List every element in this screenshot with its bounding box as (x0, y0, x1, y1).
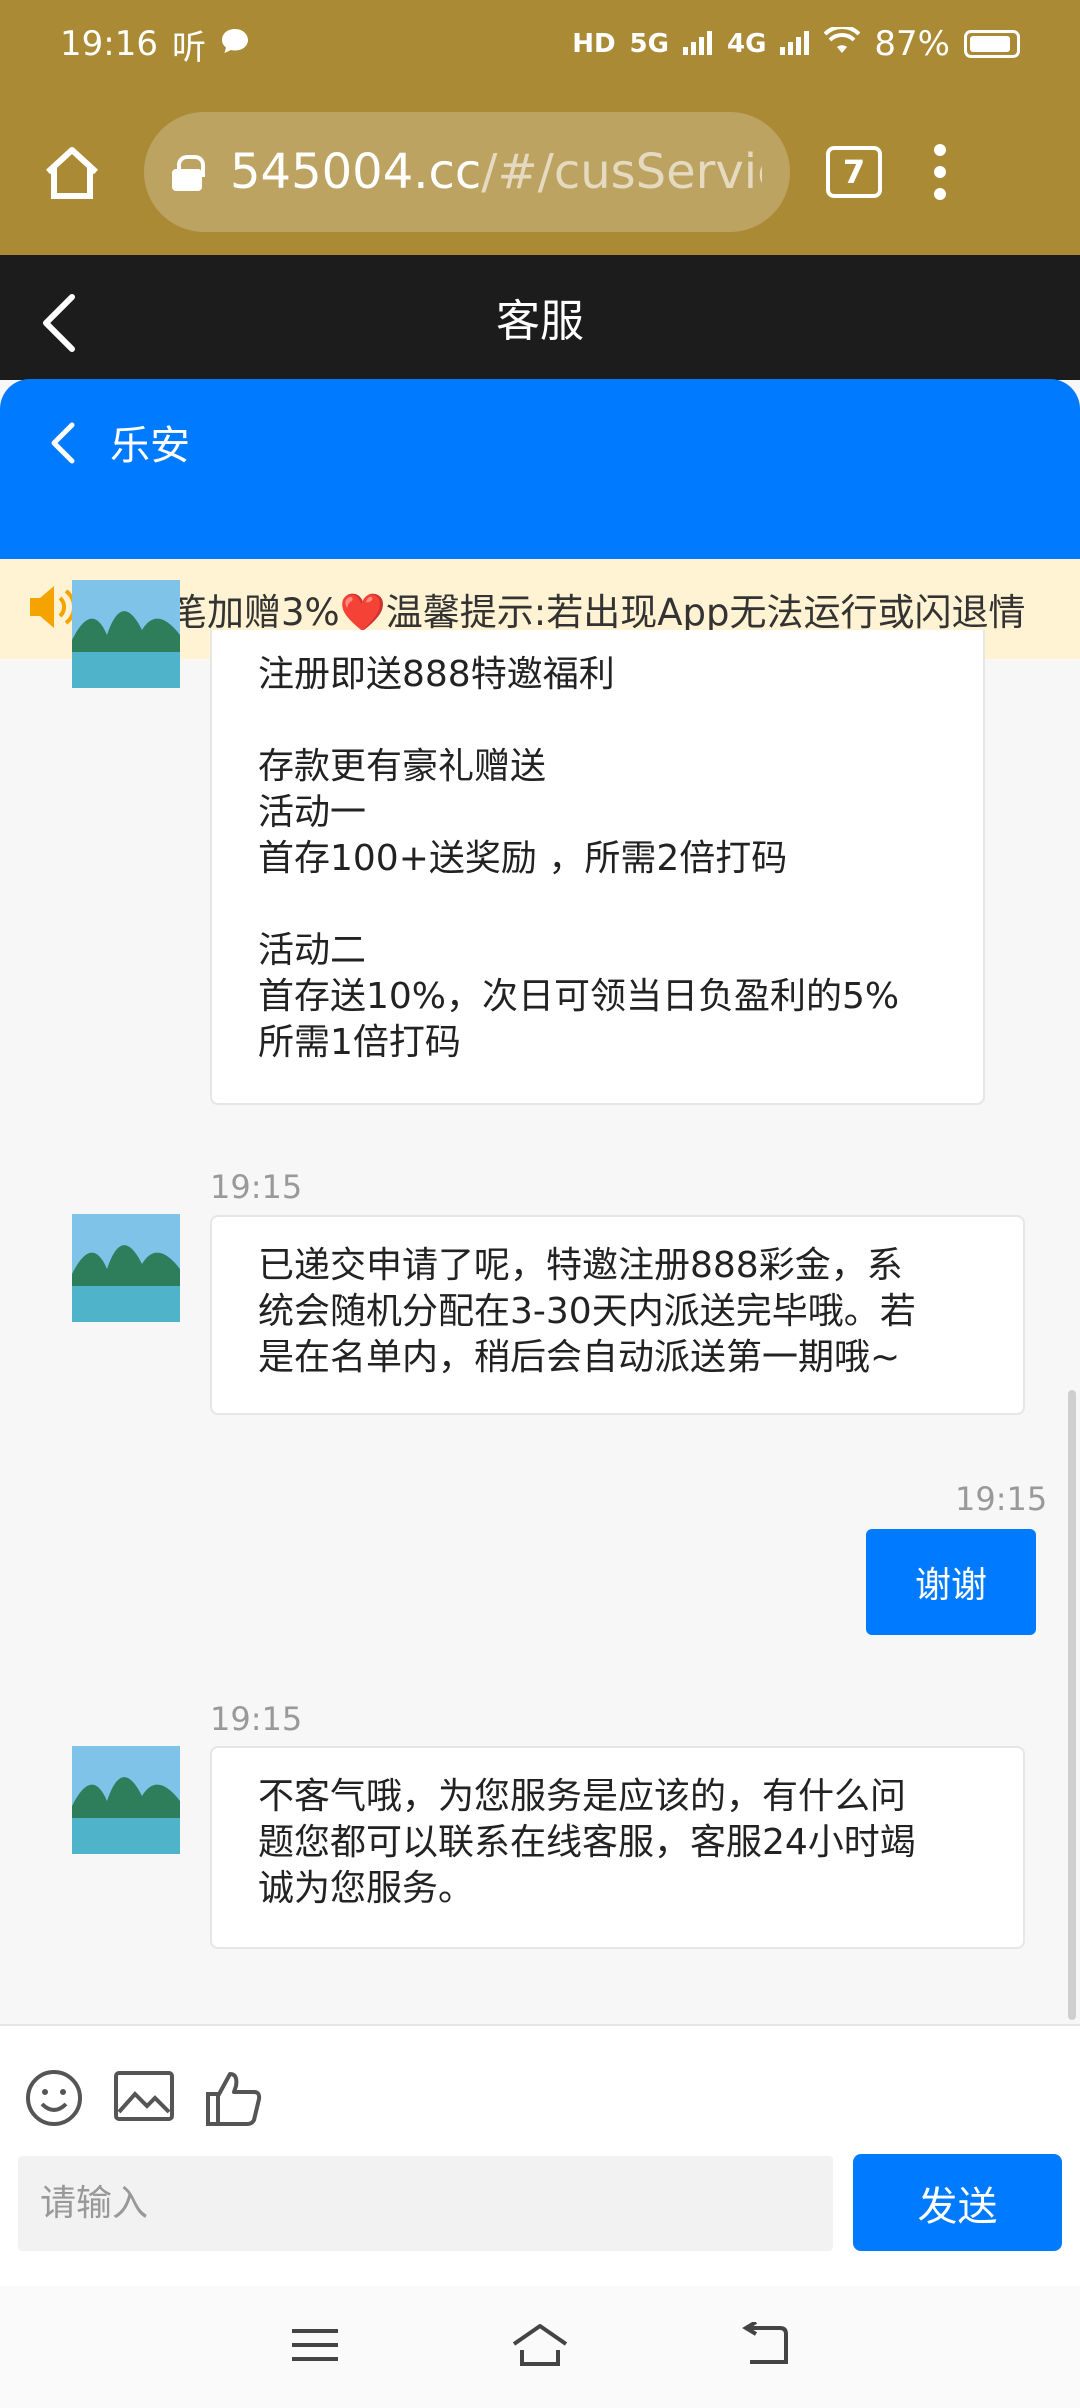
agent-name: 乐安 (110, 423, 190, 469)
message-line: 题您都可以联系在线客服，客服24小时竭 (258, 1822, 916, 1863)
message-line: 首存送10%，次日可领当日负盈利的5% (258, 976, 900, 1017)
back-button[interactable] (38, 293, 82, 357)
browser-menu-button[interactable] (934, 143, 946, 200)
battery-icon (964, 30, 1020, 58)
message-line: 统会随机分配在3-30天内派送完毕哦。若 (258, 1291, 916, 1332)
chevron-left-icon (51, 422, 75, 464)
hd-indicator: HD (572, 29, 616, 59)
thumbs-up-icon (206, 2072, 262, 2126)
image-button[interactable] (113, 2068, 175, 2128)
message-time: 19:15 (210, 1168, 303, 1206)
browser-home-button[interactable] (30, 130, 114, 214)
message-line: 活动二 (258, 930, 367, 971)
5g-indicator: 5G (629, 29, 669, 59)
url-text: 545004.cc/#/cusServic (230, 144, 762, 200)
dot (934, 187, 946, 200)
address-bar[interactable]: 545004.cc/#/cusServic (144, 111, 790, 232)
like-button[interactable] (204, 2068, 264, 2132)
chat-header: 乐安 (0, 379, 1080, 559)
back-arrow-icon (742, 2320, 788, 2364)
back-nav-button[interactable] (740, 2320, 790, 2372)
signal-icon-2 (780, 24, 810, 64)
signal-icon (682, 24, 713, 64)
wifi-icon (824, 24, 861, 64)
system-navigation-bar (0, 2286, 1080, 2408)
message-bubble: 已递交申请了呢，特邀注册888彩金，系 统会随机分配在3-30天内派送完毕哦。若… (210, 1215, 1025, 1415)
status-time: 19:16 (60, 24, 158, 64)
tabs-button[interactable]: 7 (826, 145, 882, 198)
menu-nav-button[interactable] (290, 2325, 340, 2369)
browser-toolbar: 545004.cc/#/cusServic 7 (0, 88, 1080, 255)
home-nav-button[interactable] (510, 2322, 570, 2372)
carrier-glyph: 听 (171, 27, 206, 68)
url-path: /#/cusServic (481, 143, 762, 200)
message-line: 活动一 (258, 792, 367, 833)
message-time: 19:15 (955, 1480, 1048, 1518)
message-line (258, 882, 937, 928)
message-line: 存款更有豪礼赠送 (258, 746, 547, 787)
chevron-left-icon (43, 294, 75, 352)
home-icon (512, 2324, 568, 2366)
message-line: 是在名单内，稍后会自动派送第一期哦~ (258, 1337, 901, 1378)
battery-percent: 87% (874, 24, 950, 64)
message-line: 不客气哦，为您服务是应该的，有什么问 (258, 1776, 907, 1817)
chat-scrollbar[interactable] (1068, 1390, 1076, 2020)
agent-avatar (72, 1746, 180, 1854)
chat-back-button[interactable] (46, 419, 80, 471)
send-button[interactable]: 发送 (853, 2154, 1062, 2251)
notice-overlay (0, 559, 1080, 659)
status-bar: 19:16 听 HD 5G 4G 87% (0, 0, 1080, 88)
message-line: 所需1倍打码 (258, 1022, 461, 1063)
message-line: 首存100+送奖励 ，所需2倍打码 (258, 838, 788, 879)
emoji-button[interactable] (24, 2068, 84, 2132)
4g-indicator: 4G (726, 29, 767, 59)
emoji-icon (26, 2070, 82, 2126)
home-icon (45, 146, 99, 199)
lock-icon (172, 154, 205, 191)
message-input[interactable] (18, 2156, 833, 2251)
message-time: 19:15 (210, 1700, 303, 1738)
url-domain: 545004.cc (230, 143, 482, 200)
message-icon (220, 24, 250, 64)
dot (934, 143, 946, 156)
message-line (258, 698, 937, 744)
dot (934, 165, 946, 178)
message-line: 诚为您服务。 (258, 1868, 475, 1909)
message-bubble: 不客气哦，为您服务是应该的，有什么问 题您都可以联系在线客服，客服24小时竭 诚… (210, 1746, 1025, 1949)
page-title: 客服 (496, 296, 584, 347)
my-message-bubble: 谢谢 (866, 1529, 1036, 1635)
menu-icon (292, 2329, 338, 2361)
composer: 发送 (0, 2024, 1080, 2286)
agent-avatar (72, 1214, 180, 1322)
message-bubble: 注册即送888特邀福利 存款更有豪礼赠送 活动一 首存100+送奖励 ，所需2倍… (210, 630, 985, 1105)
header-background (0, 360, 1080, 380)
message-line: 已递交申请了呢，特邀注册888彩金，系 (258, 1245, 903, 1286)
image-icon (114, 2071, 174, 2121)
